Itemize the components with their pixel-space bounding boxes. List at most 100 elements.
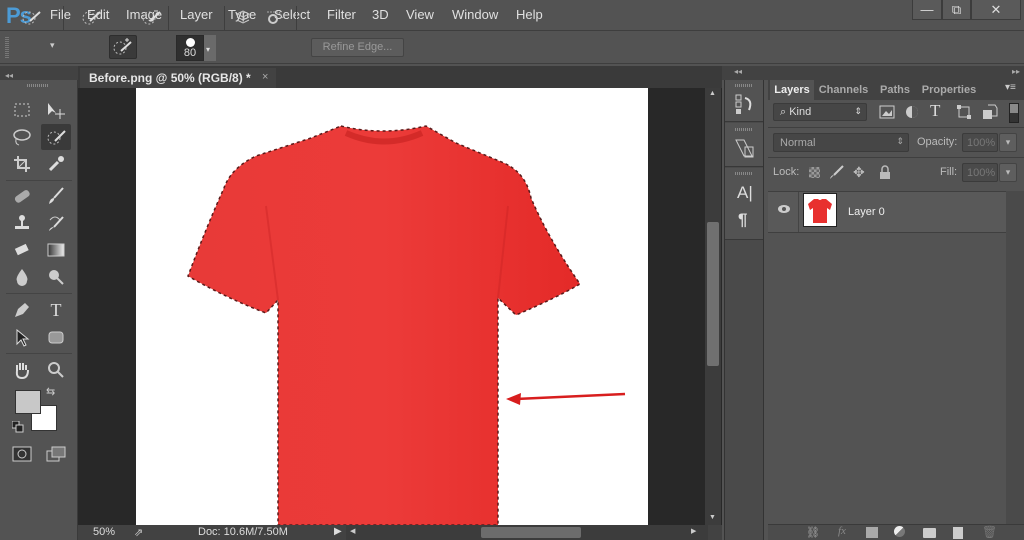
dodge-tool-icon[interactable] bbox=[43, 265, 69, 289]
preset-dropdown-icon[interactable]: ▾ bbox=[50, 40, 55, 51]
eyedropper-tool-icon[interactable] bbox=[43, 152, 69, 176]
dock-grip[interactable] bbox=[735, 84, 753, 87]
type-tool-icon[interactable]: T bbox=[43, 298, 69, 322]
restore-button[interactable]: ⧉ bbox=[942, 0, 971, 20]
fill-dropdown[interactable]: ▾ bbox=[999, 163, 1017, 182]
filter-type-icon[interactable]: T bbox=[930, 101, 940, 121]
zoom-level[interactable]: 50% bbox=[93, 526, 115, 538]
add-mask-icon[interactable] bbox=[866, 527, 878, 538]
menu-3d[interactable]: 3D bbox=[372, 7, 389, 22]
menu-help[interactable]: Help bbox=[516, 7, 543, 22]
menu-layer[interactable]: Layer bbox=[180, 7, 213, 22]
menu-filter[interactable]: Filter bbox=[327, 7, 356, 22]
share-icon[interactable]: ⇗ bbox=[134, 526, 143, 539]
dock-grip[interactable] bbox=[735, 128, 753, 131]
lasso-tool-icon[interactable] bbox=[9, 125, 35, 149]
adjustment-layer-icon[interactable] bbox=[894, 526, 905, 537]
horizontal-scroll-thumb[interactable] bbox=[481, 527, 581, 538]
tab-properties[interactable]: Properties bbox=[918, 80, 980, 100]
history-icon[interactable] bbox=[735, 94, 755, 119]
toolbox-collapse-bar[interactable]: ◂◂ bbox=[0, 66, 78, 80]
blur-tool-icon[interactable] bbox=[9, 265, 35, 289]
opacity-dropdown[interactable]: ▾ bbox=[999, 133, 1017, 152]
options-grip[interactable] bbox=[5, 36, 9, 58]
character-panel-icon[interactable]: A| bbox=[737, 183, 753, 203]
refine-edge-button[interactable]: Refine Edge... bbox=[311, 38, 404, 57]
menu-window[interactable]: Window bbox=[452, 7, 498, 22]
default-colors-icon[interactable] bbox=[11, 420, 24, 433]
panel-collapse-bar[interactable]: ◂◂ ▸▸ bbox=[722, 66, 1024, 80]
blend-mode-select[interactable]: Normal ⇕ bbox=[773, 133, 909, 152]
swap-colors-icon[interactable]: ⇆ bbox=[46, 385, 55, 398]
path-selection-tool-icon[interactable] bbox=[9, 326, 35, 350]
marquee-tool-icon[interactable] bbox=[9, 98, 35, 122]
delete-layer-icon[interactable]: 🗑 bbox=[982, 525, 997, 539]
eraser-tool-icon[interactable] bbox=[9, 238, 35, 262]
scroll-left-icon[interactable]: ◀ bbox=[350, 527, 355, 535]
dock-grip[interactable] bbox=[735, 172, 753, 175]
filter-toggle[interactable] bbox=[1009, 103, 1019, 123]
lock-position-icon[interactable]: ✥ bbox=[853, 164, 865, 181]
tab-channels[interactable]: Channels bbox=[815, 80, 872, 100]
quick-mask-icon[interactable] bbox=[9, 442, 35, 466]
menu-file[interactable]: File bbox=[50, 7, 71, 22]
new-selection-icon[interactable] bbox=[80, 7, 104, 27]
new-layer-icon[interactable] bbox=[953, 527, 963, 539]
lock-all-icon[interactable] bbox=[879, 165, 891, 183]
visibility-eye-icon[interactable] bbox=[777, 203, 791, 217]
status-menu-icon[interactable]: ▶ bbox=[334, 526, 342, 537]
filter-shape-icon[interactable] bbox=[956, 104, 972, 123]
filter-smart-object-icon[interactable] bbox=[982, 104, 998, 123]
filter-adjustment-icon[interactable] bbox=[904, 104, 920, 123]
hand-tool-icon[interactable] bbox=[9, 358, 35, 382]
scroll-right-icon[interactable]: ▶ bbox=[691, 527, 696, 535]
new-group-icon[interactable] bbox=[923, 528, 936, 538]
quick-selection-tool-icon[interactable] bbox=[41, 124, 71, 150]
vertical-scroll-thumb[interactable] bbox=[707, 222, 719, 366]
clone-source-icon[interactable] bbox=[734, 138, 756, 163]
paragraph-panel-icon[interactable]: ¶ bbox=[738, 210, 747, 230]
clone-stamp-tool-icon[interactable] bbox=[9, 211, 35, 235]
brush-size-picker[interactable]: 80 bbox=[176, 35, 204, 61]
fill-input[interactable]: 100% bbox=[962, 163, 998, 182]
shape-tool-icon[interactable] bbox=[43, 326, 69, 350]
fx-icon[interactable]: fx bbox=[838, 525, 846, 537]
brush-size-dropdown[interactable]: ▾ bbox=[204, 35, 216, 61]
add-to-selection-icon[interactable] bbox=[109, 35, 137, 59]
zoom-tool-icon[interactable] bbox=[43, 358, 69, 382]
brush-tool-icon[interactable] bbox=[43, 184, 69, 208]
lock-transparent-icon[interactable] bbox=[809, 167, 820, 178]
close-window-button[interactable]: ✕ bbox=[971, 0, 1021, 20]
screen-mode-icon[interactable] bbox=[43, 442, 69, 466]
scroll-down-icon[interactable]: ▼ bbox=[709, 514, 716, 521]
crop-tool-icon[interactable] bbox=[9, 152, 35, 176]
separator bbox=[63, 6, 64, 30]
layer-name[interactable]: Layer 0 bbox=[848, 206, 885, 218]
close-tab-icon[interactable]: × bbox=[262, 71, 268, 83]
pen-tool-icon[interactable] bbox=[9, 298, 35, 322]
move-tool-icon[interactable] bbox=[43, 98, 69, 122]
tab-paths[interactable]: Paths bbox=[874, 80, 916, 100]
opacity-input[interactable]: 100% bbox=[962, 133, 998, 152]
foreground-color-swatch[interactable] bbox=[15, 390, 41, 414]
sample-all-layers-icon[interactable] bbox=[231, 7, 255, 27]
gradient-tool-icon[interactable] bbox=[43, 238, 69, 262]
quick-selection-preset-icon[interactable] bbox=[20, 7, 44, 27]
lock-image-icon[interactable] bbox=[829, 165, 845, 183]
scroll-up-icon[interactable]: ▲ bbox=[709, 90, 716, 97]
minimize-button[interactable]: — bbox=[912, 0, 942, 20]
toolbox-grip[interactable] bbox=[27, 84, 49, 87]
panel-menu-icon[interactable]: ▾≡ bbox=[1005, 82, 1016, 93]
menu-view[interactable]: View bbox=[406, 7, 434, 22]
document-tab[interactable]: Before.png @ 50% (RGB/8) * bbox=[80, 68, 276, 88]
spot-healing-tool-icon[interactable] bbox=[9, 184, 35, 208]
link-layers-icon[interactable]: ⛓ bbox=[806, 526, 820, 539]
history-brush-tool-icon[interactable] bbox=[43, 211, 69, 235]
canvas[interactable] bbox=[136, 88, 648, 525]
filter-pixel-icon[interactable] bbox=[879, 104, 895, 123]
filter-kind-select[interactable]: ⌕ Kind ⇕ bbox=[773, 103, 867, 121]
layers-scrollbar[interactable] bbox=[1006, 191, 1024, 524]
subtract-from-selection-icon[interactable] bbox=[140, 7, 164, 27]
auto-enhance-icon[interactable] bbox=[262, 7, 286, 27]
tab-layers[interactable]: Layers bbox=[770, 80, 814, 100]
